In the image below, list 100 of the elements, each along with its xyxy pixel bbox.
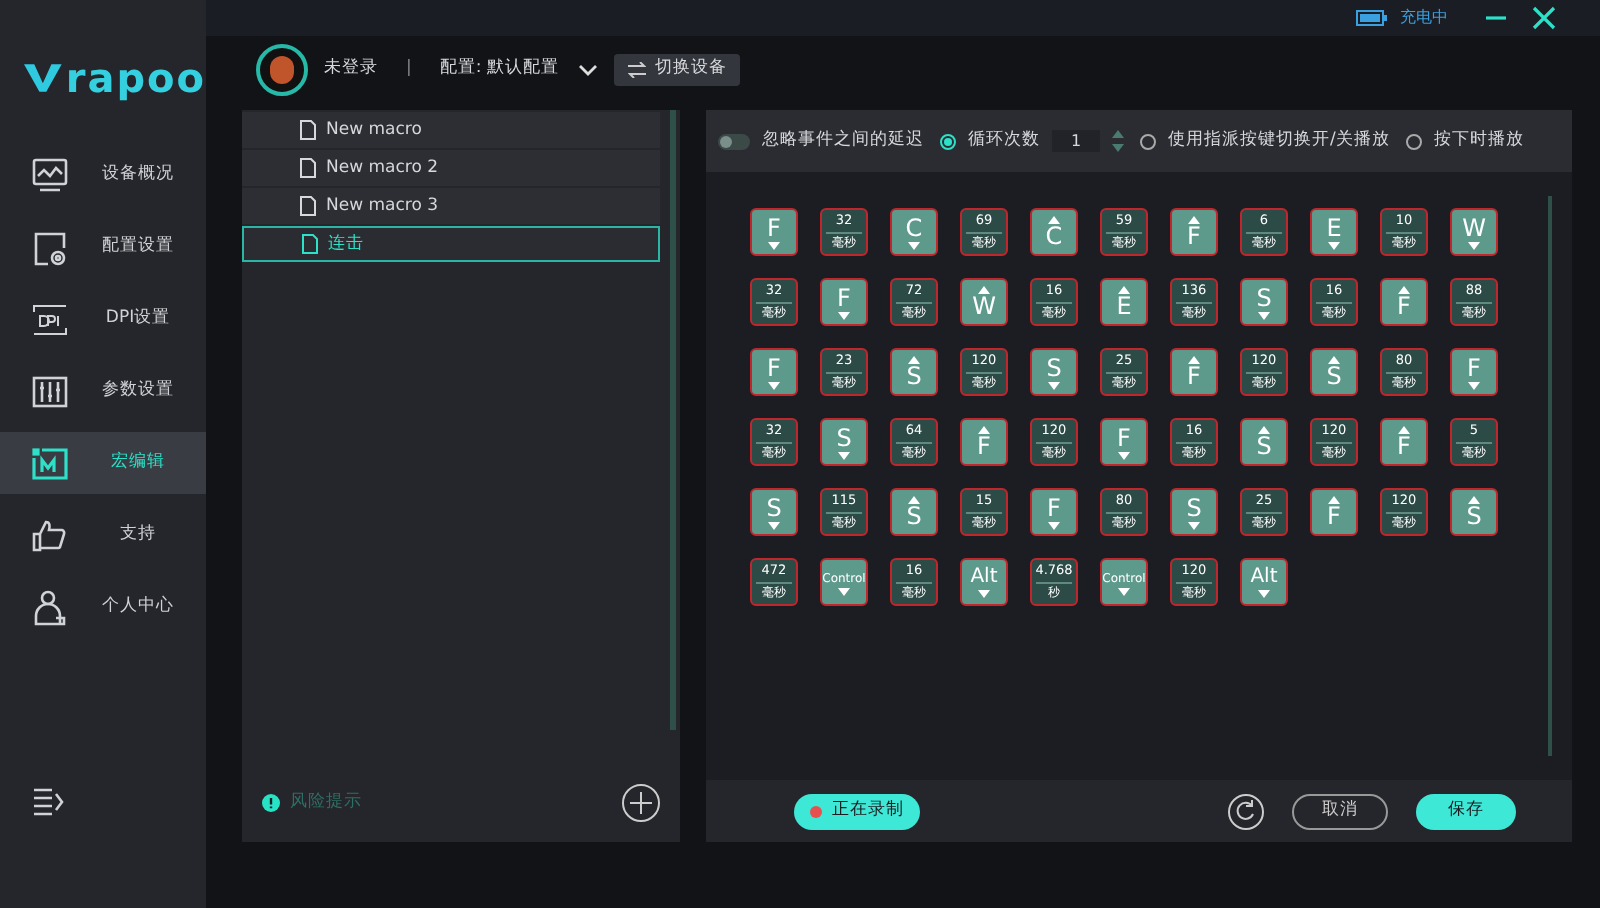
up-arrow-icon	[908, 355, 920, 363]
key-label: C	[905, 215, 923, 241]
up-arrow-icon	[1398, 425, 1410, 433]
key-label: Alt	[1250, 566, 1278, 590]
monitor-icon	[30, 155, 70, 195]
down-arrow-icon	[1048, 521, 1060, 529]
sliders-icon	[30, 371, 70, 411]
macro-item[interactable]: New macro 2	[242, 150, 660, 186]
loop-count-field[interactable]: 1	[1052, 130, 1100, 152]
down-arrow-icon	[1118, 451, 1130, 459]
macro-icon	[30, 443, 70, 483]
down-arrow-icon	[768, 241, 780, 249]
reset-icon[interactable]	[1228, 793, 1264, 829]
down-arrow-icon	[768, 381, 780, 389]
separator: |	[406, 56, 412, 82]
record-button[interactable]: 正在录制	[794, 793, 920, 829]
down-arrow-icon	[1258, 311, 1270, 319]
mode-radio[interactable]	[940, 133, 956, 149]
save-button[interactable]: 保存	[1416, 793, 1516, 829]
key-label: S	[1326, 363, 1342, 389]
key-label: F	[1327, 503, 1341, 529]
close-icon[interactable]	[1532, 6, 1556, 30]
up-arrow-icon	[1328, 495, 1340, 503]
warning-icon	[262, 794, 280, 812]
key-label: W	[1462, 215, 1486, 241]
key-label: F	[1467, 355, 1481, 381]
sidebar-item[interactable]: 个人中心	[0, 576, 206, 638]
key-label: F	[767, 355, 781, 381]
key-label: W	[972, 293, 996, 319]
down-arrow-icon	[838, 451, 850, 459]
key-label: E	[1116, 293, 1132, 319]
key-label: F	[1397, 433, 1411, 459]
mode-label[interactable]: 循环次数	[968, 128, 1040, 154]
chevron-down-icon[interactable]	[578, 61, 599, 77]
key-label: S	[1466, 503, 1482, 529]
down-arrow-icon	[1118, 587, 1130, 595]
up-arrow-icon	[1328, 355, 1340, 363]
key-label: S	[1256, 285, 1272, 311]
profile-label[interactable]: 配置: 默认配置	[439, 56, 559, 82]
key-label: F	[1187, 223, 1201, 249]
key-label: F	[1187, 363, 1201, 389]
config-icon	[30, 227, 70, 267]
key-label: F	[837, 285, 851, 311]
down-arrow-icon	[838, 587, 850, 595]
switch-device-button[interactable]: 切换设备	[614, 53, 741, 85]
cancel-button[interactable]: 取消	[1292, 793, 1388, 829]
battery-status: 充电中	[1400, 6, 1448, 30]
down-arrow-icon	[1468, 241, 1480, 249]
key-label: Alt	[970, 566, 998, 590]
down-arrow-icon	[768, 521, 780, 529]
thumbs-up-icon	[30, 515, 70, 555]
key-label: S	[836, 425, 852, 451]
up-arrow-icon	[908, 495, 920, 503]
up-arrow-icon	[1118, 285, 1130, 293]
sidebar-item[interactable]: 支持	[0, 504, 206, 566]
mode-radio[interactable]	[1140, 133, 1156, 149]
macro-item[interactable]: New macro 3	[242, 188, 660, 224]
down-arrow-icon	[1468, 381, 1480, 389]
logo-text: rapoo	[65, 58, 206, 98]
sidebar-item[interactable]: 设备概况	[0, 144, 206, 206]
down-arrow-icon	[1258, 590, 1270, 598]
macro-item[interactable]: New macro	[242, 112, 660, 148]
menu-icon[interactable]	[32, 788, 64, 816]
mode-label[interactable]: 按下时播放	[1433, 128, 1524, 154]
key-label: F	[767, 215, 781, 241]
key-label: S	[906, 503, 922, 529]
sidebar-item[interactable]: 配置设置	[0, 216, 206, 278]
add-icon[interactable]	[622, 784, 660, 822]
up-arrow-icon	[1468, 495, 1480, 503]
mode-label[interactable]: 使用指派按键切换开/关播放	[1168, 128, 1390, 154]
stepper-icon[interactable]	[1112, 130, 1124, 152]
up-arrow-icon	[978, 285, 990, 293]
macro-item[interactable]: 连击	[242, 226, 660, 262]
key-label: S	[766, 495, 782, 521]
down-arrow-icon	[1188, 521, 1200, 529]
key-label: F	[1047, 495, 1061, 521]
down-arrow-icon	[908, 241, 920, 249]
avatar[interactable]	[256, 43, 308, 95]
key-label: E	[1326, 215, 1342, 241]
swap-icon	[628, 61, 647, 77]
sidebar-item[interactable]: 参数设置	[0, 360, 206, 422]
up-arrow-icon	[1258, 425, 1270, 433]
up-arrow-icon	[1398, 285, 1410, 293]
dpi-icon	[30, 299, 70, 339]
ignore-delay-toggle[interactable]	[718, 133, 750, 149]
mode-radio[interactable]	[1405, 133, 1422, 149]
login-status[interactable]: 未登录	[324, 56, 378, 82]
user-icon	[30, 587, 70, 627]
sidebar-item[interactable]: DPI设置	[0, 288, 206, 350]
up-arrow-icon	[1188, 355, 1200, 363]
key-label: S	[906, 363, 922, 389]
key-label: S	[1046, 355, 1062, 381]
down-arrow-icon	[1048, 381, 1060, 389]
sidebar-item[interactable]: 宏编辑	[0, 432, 206, 494]
key-label: F	[1117, 425, 1131, 451]
down-arrow-icon	[978, 590, 990, 598]
battery-icon	[1356, 10, 1388, 26]
up-arrow-icon	[1048, 215, 1060, 223]
logo-icon	[24, 62, 62, 94]
key-label: S	[1256, 433, 1272, 459]
